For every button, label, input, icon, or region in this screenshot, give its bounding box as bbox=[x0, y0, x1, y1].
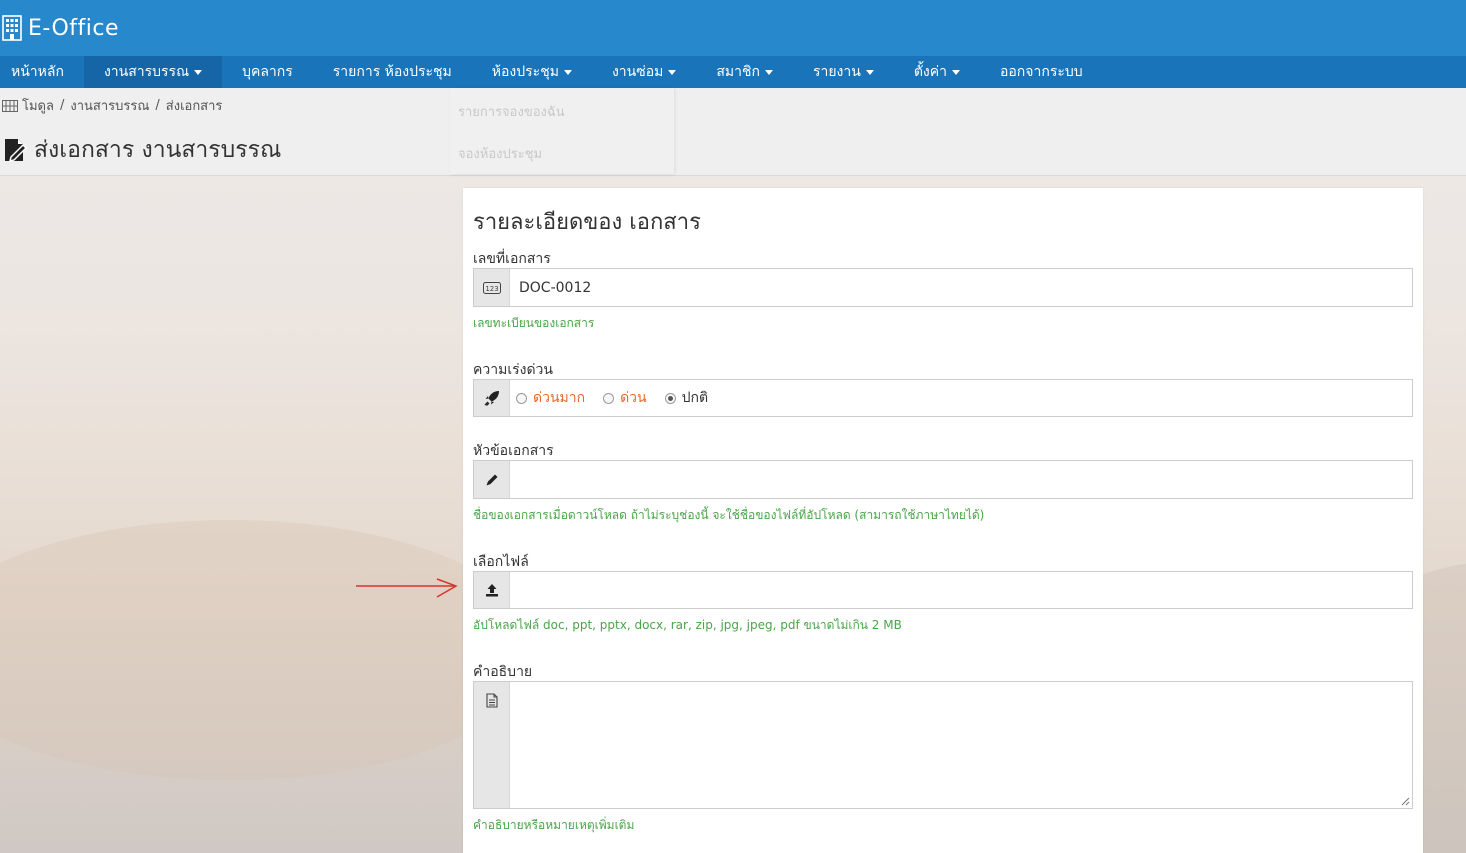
nav-repair[interactable]: งานซ่อม bbox=[592, 56, 696, 88]
app-title[interactable]: E-Office bbox=[28, 16, 119, 41]
description-hint: คำอธิบายหรือหมายเหตุเพิ่มเติม bbox=[473, 818, 635, 832]
caret-down-icon bbox=[951, 69, 960, 75]
nav-label: งานซ่อม bbox=[611, 64, 664, 80]
urgency-group: ด่วนมาก ด่วน ปกติ bbox=[473, 379, 1413, 417]
doc-no-label: เลขที่เอกสาร bbox=[473, 251, 551, 267]
nav-members[interactable]: สมาชิก bbox=[696, 56, 793, 88]
doc-no-hint: เลขทะเบียนของเอกสาร bbox=[473, 316, 595, 330]
description-group bbox=[473, 681, 1413, 809]
nav-meeting-room[interactable]: ห้องประชุม bbox=[472, 56, 592, 88]
background-decoration bbox=[0, 520, 540, 780]
nav-meeting-list[interactable]: รายการ ห้องประชุม bbox=[313, 56, 472, 88]
radio-label: ด่วนมาก bbox=[533, 390, 586, 406]
urgency-very-urgent-radio[interactable]: ด่วนมาก bbox=[516, 387, 585, 409]
radio-circle[interactable] bbox=[516, 392, 527, 404]
dropdown-item-book-room[interactable]: จองห้องประชุม bbox=[458, 143, 542, 164]
file-group bbox=[473, 571, 1413, 609]
nav-logout[interactable]: ออกจากระบบ bbox=[980, 56, 1103, 88]
meeting-room-dropdown: รายการจองของฉัน จองห้องประชุม bbox=[450, 88, 674, 174]
rocket-icon bbox=[474, 380, 510, 416]
subject-input[interactable] bbox=[510, 461, 1412, 498]
nav-saraban[interactable]: งานสารบรรณ bbox=[83, 56, 223, 88]
number-icon: 123 bbox=[474, 269, 510, 306]
upload-icon bbox=[474, 572, 510, 608]
nav-home[interactable]: หน้าหลัก bbox=[0, 56, 84, 88]
radio-label: ปกติ bbox=[681, 390, 709, 406]
nav-label: รายการ ห้องประชุม bbox=[332, 64, 452, 80]
nav-personnel[interactable]: บุคลากร bbox=[222, 56, 313, 88]
caret-down-icon bbox=[865, 69, 874, 75]
nav-label: รายงาน bbox=[812, 64, 861, 80]
caret-down-icon bbox=[563, 69, 572, 75]
nav-label: สมาชิก bbox=[716, 64, 760, 80]
nav-label: ออกจากระบบ bbox=[999, 64, 1083, 80]
nav-label: งานสารบรรณ bbox=[103, 64, 190, 80]
description-label: คำอธิบาย bbox=[473, 664, 533, 680]
caret-down-icon bbox=[668, 69, 677, 75]
radio-circle-checked[interactable] bbox=[664, 392, 676, 404]
file-input[interactable] bbox=[510, 572, 1412, 608]
caret-down-icon bbox=[764, 69, 773, 75]
dropdown-item-my-bookings[interactable]: รายการจองของฉัน bbox=[458, 101, 565, 122]
page-header: โมดูล / งานสารบรรณ / ส่งเอกสาร ส่งเอกสาร… bbox=[0, 88, 1466, 176]
nav-label: บุคลากร bbox=[242, 64, 293, 80]
urgency-normal-radio[interactable]: ปกติ bbox=[664, 387, 709, 409]
app-header: E-Office bbox=[0, 0, 1466, 56]
form-title: รายละเอียดของ เอกสาร bbox=[473, 210, 701, 235]
subject-group bbox=[473, 460, 1413, 499]
subject-label: หัวข้อเอกสาร bbox=[473, 443, 554, 459]
urgency-urgent-radio[interactable]: ด่วน bbox=[603, 387, 647, 409]
nav-label: ห้องประชุม bbox=[491, 64, 559, 80]
breadcrumb: โมดูล / งานสารบรรณ / ส่งเอกสาร bbox=[2, 95, 222, 116]
breadcrumb-modules[interactable]: โมดูล bbox=[22, 95, 54, 116]
document-icon bbox=[474, 682, 510, 808]
building-icon bbox=[2, 15, 22, 41]
nav-settings[interactable]: ตั้งค่า bbox=[894, 56, 980, 88]
urgency-radio-group: ด่วนมาก ด่วน ปกติ bbox=[510, 380, 726, 416]
doc-no-group: 123 DOC-0012 bbox=[473, 268, 1413, 307]
resize-handle-icon[interactable] bbox=[1401, 797, 1410, 806]
document-edit-icon bbox=[5, 139, 28, 163]
nav-label: ตั้งค่า bbox=[913, 64, 947, 80]
description-textarea[interactable] bbox=[510, 682, 1412, 808]
page-title: ส่งเอกสาร งานสารบรรณ bbox=[34, 137, 282, 163]
radio-circle[interactable] bbox=[603, 392, 615, 404]
breadcrumb-current: ส่งเอกสาร bbox=[165, 99, 223, 114]
urgency-label: ความเร่งด่วน bbox=[473, 362, 553, 378]
file-label: เลือกไฟล์ bbox=[473, 554, 529, 570]
doc-no-input[interactable]: DOC-0012 bbox=[510, 269, 591, 306]
red-arrow-icon bbox=[356, 578, 458, 598]
svg-text:123: 123 bbox=[485, 285, 498, 293]
pencil-icon bbox=[474, 461, 510, 498]
page-title-wrap: ส่งเอกสาร งานสารบรรณ bbox=[2, 132, 281, 168]
nav-label: หน้าหลัก bbox=[11, 64, 64, 80]
modules-icon bbox=[2, 99, 18, 112]
main-navbar: หน้าหลัก งานสารบรรณ บุคลากร รายการ ห้องป… bbox=[0, 56, 1466, 88]
breadcrumb-saraban[interactable]: งานสารบรรณ bbox=[70, 95, 149, 116]
radio-label: ด่วน bbox=[620, 390, 647, 406]
document-form-card: รายละเอียดของ เอกสาร เลขที่เอกสาร 123 DO… bbox=[463, 188, 1423, 853]
caret-down-icon bbox=[194, 69, 203, 75]
nav-reports[interactable]: รายงาน bbox=[793, 56, 894, 88]
subject-hint: ชื่อของเอกสารเมื่อดาวน์โหลด ถ้าไม่ระบุช่… bbox=[473, 508, 985, 522]
file-hint: อัปโหลดไฟล์ doc, ppt, pptx, docx, rar, z… bbox=[473, 618, 902, 632]
